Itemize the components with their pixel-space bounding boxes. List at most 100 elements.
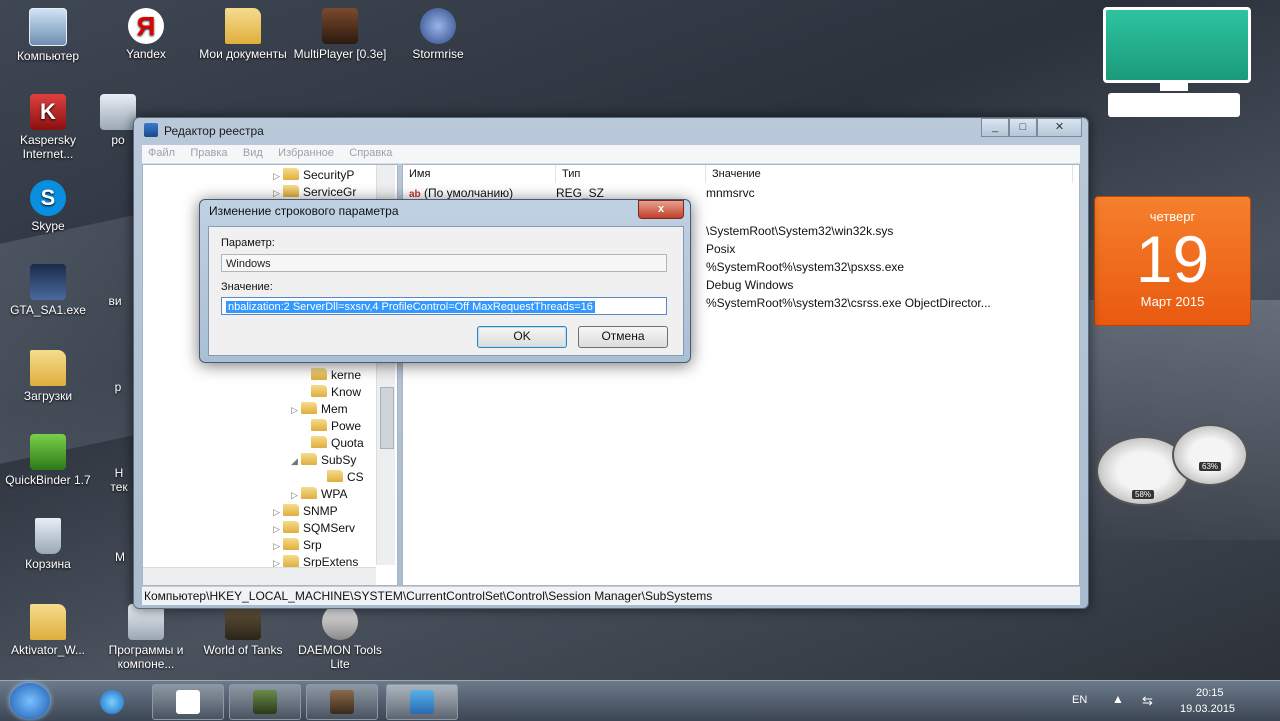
yandex-icon: Я — [128, 8, 164, 44]
desktop-icon-yandex[interactable]: Я Yandex — [98, 8, 194, 61]
menu-view[interactable]: Вид — [237, 145, 269, 161]
desktop-icon-downloads[interactable]: Загрузки — [0, 350, 96, 403]
desktop-icon-gta[interactable]: GTA_SA1.exe — [0, 264, 96, 317]
taskbar-app[interactable] — [229, 684, 301, 720]
selected-value-text: nbalization:2 ServerDll=sxsrv,4 ProfileC… — [226, 301, 595, 313]
tree-item[interactable]: ▷ WPA — [291, 486, 347, 503]
memory-gauge[interactable]: 63% — [1172, 424, 1248, 486]
expand-arrow-icon: ▷ — [291, 490, 298, 500]
registry-editor-window: Редактор реестра _ □ ✕ Файл Правка Вид И… — [133, 117, 1089, 609]
desktop-icon-partial[interactable]: М — [112, 550, 128, 564]
start-button[interactable] — [10, 683, 50, 719]
dialog-body: Параметр: Windows Значение: nbalization:… — [208, 226, 684, 356]
tree-item[interactable]: Powe — [301, 418, 361, 435]
column-header-type[interactable]: Тип — [556, 165, 706, 183]
monitor-gadget[interactable] — [1100, 7, 1251, 119]
minimize-button[interactable]: _ — [981, 118, 1009, 137]
monitor-screen — [1103, 7, 1251, 83]
desktop-icon-multiplayer[interactable]: MultiPlayer [0.3e] — [292, 8, 388, 61]
desktop-icon-daemon[interactable]: DAEMON Tools Lite — [292, 604, 388, 671]
recycle-bin-icon — [35, 518, 61, 554]
menu-file[interactable]: Файл — [142, 145, 181, 161]
menu-favorites[interactable]: Избранное — [272, 145, 340, 161]
daemon-tools-icon — [322, 604, 358, 640]
skype-icon: S — [30, 180, 66, 216]
desktop-icon-wot[interactable]: World of Tanks — [195, 604, 291, 657]
expand-arrow-icon: ▷ — [273, 171, 280, 181]
folder-icon — [283, 185, 299, 197]
desktop-icon-partial[interactable]: Н тек — [108, 466, 130, 494]
app-icon — [100, 94, 136, 130]
tree-item[interactable]: ▷ SecurityP — [273, 167, 354, 184]
tree-horizontal-scrollbar[interactable] — [143, 567, 376, 585]
dialog-title: Изменение строкового параметра — [209, 204, 399, 218]
desktop-icon-computer[interactable]: Компьютер — [0, 8, 96, 63]
value-data: %SystemRoot%\system32\csrss.exe ObjectDi… — [706, 296, 991, 310]
desktop-icon-stormrise[interactable]: Stormrise — [390, 8, 486, 61]
ok-button[interactable]: OK — [477, 326, 567, 348]
kaspersky-icon: K — [30, 94, 66, 130]
menu-edit[interactable]: Правка — [184, 145, 233, 161]
tank-icon — [225, 604, 261, 640]
folder-icon — [30, 350, 66, 386]
scroll-thumb[interactable] — [380, 387, 394, 449]
taskbar-ie[interactable] — [76, 684, 148, 720]
regedit-icon — [410, 690, 434, 714]
desktop-icon-partial[interactable]: ви — [100, 294, 130, 308]
tree-item[interactable]: ▷ Srp — [273, 537, 322, 554]
tree-item[interactable]: Know — [301, 384, 361, 401]
maximize-button[interactable]: □ — [1009, 118, 1037, 137]
stormrise-icon — [420, 8, 456, 44]
tree-item[interactable]: ▷ SNMP — [273, 503, 338, 520]
value-data-input[interactable]: nbalization:2 ServerDll=sxsrv,4 ProfileC… — [221, 297, 667, 315]
tree-item[interactable]: CS — [327, 469, 364, 486]
gta-icon — [30, 264, 66, 300]
tree-item[interactable]: ▷ Mem — [291, 401, 348, 418]
param-label: Параметр: — [221, 237, 275, 249]
desktop-icon-recycle-bin[interactable]: Корзина — [0, 518, 96, 571]
clock-time[interactable]: 20:15 — [1196, 687, 1224, 699]
yandex-icon — [176, 690, 200, 714]
column-header-name[interactable]: Имя — [403, 165, 556, 183]
value-data: Posix — [706, 242, 736, 256]
dialog-close-button[interactable]: x — [638, 200, 684, 219]
calendar-day: 19 — [1135, 222, 1210, 296]
app-icon — [330, 690, 354, 714]
tree-item[interactable]: kerne — [301, 367, 361, 384]
folder-icon — [225, 8, 261, 44]
folder-icon — [283, 168, 299, 180]
language-indicator[interactable]: EN — [1072, 694, 1087, 706]
tray-expand-icon[interactable]: ▲ — [1112, 692, 1124, 706]
desktop-icon-kaspersky[interactable]: K Kaspersky Internet... — [0, 94, 96, 161]
close-button[interactable]: ✕ — [1037, 118, 1082, 137]
internet-explorer-icon — [100, 690, 124, 714]
network-icon[interactable]: ⇆ — [1142, 693, 1153, 709]
tree-item-subsystems[interactable]: ◢ SubSy — [291, 452, 356, 469]
desktop-icon-partial[interactable]: р — [108, 380, 128, 394]
desktop-icon-partial[interactable]: ро — [98, 94, 138, 147]
desktop-icon-documents[interactable]: Мои документы — [195, 8, 291, 61]
taskbar-yandex[interactable] — [152, 684, 224, 720]
column-header-value[interactable]: Значение — [706, 165, 1073, 183]
taskbar-regedit-active[interactable] — [386, 684, 458, 720]
window-title: Редактор реестра — [144, 121, 264, 141]
game-icon — [322, 8, 358, 44]
param-name-field: Windows — [221, 254, 667, 272]
folder-icon — [283, 555, 299, 567]
cancel-button[interactable]: Отмена — [578, 326, 668, 348]
folder-icon — [311, 368, 327, 380]
expand-arrow-icon: ▷ — [273, 507, 280, 517]
value-data: %SystemRoot%\system32\psxss.exe — [706, 260, 905, 274]
desktop-icon-quickbinder[interactable]: QuickBinder 1.7 — [0, 434, 96, 487]
status-bar-path: Компьютер\HKEY_LOCAL_MACHINE\SYSTEM\Curr… — [142, 586, 1080, 605]
calendar-gadget[interactable]: четверг 19 Март 2015 — [1094, 196, 1251, 326]
tree-item[interactable]: ▷ SQMServ — [273, 520, 355, 537]
desktop-icon-skype[interactable]: S Skype — [0, 180, 96, 233]
desktop-icon-aktivator[interactable]: Aktivator_W... — [0, 604, 96, 657]
menu-help[interactable]: Справка — [343, 145, 398, 161]
value-data: mnmsrvc — [706, 186, 755, 200]
tree-item[interactable]: Quota — [301, 435, 364, 452]
taskbar-app[interactable] — [306, 684, 378, 720]
clock-date[interactable]: 19.03.2015 — [1180, 703, 1235, 715]
desktop-icon-programs[interactable]: Программы и компоне... — [98, 604, 194, 671]
